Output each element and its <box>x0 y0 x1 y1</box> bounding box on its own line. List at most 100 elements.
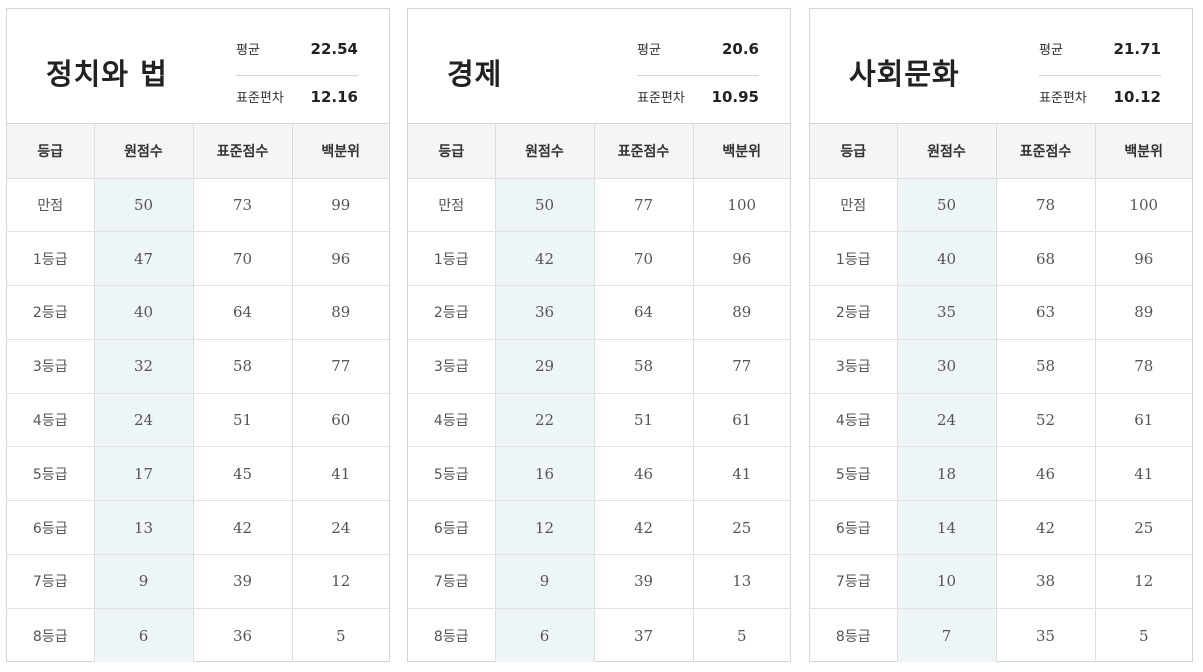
cell-raw-score: 35 <box>897 285 997 340</box>
cell-raw-score: 9 <box>495 554 595 609</box>
cell-percentile: 78 <box>1095 339 1192 394</box>
score-table-page: 정치와 법 평균 22.54 표준편차 12.16 등급 원점수 표준점수 백분위 만점… <box>0 0 1203 672</box>
cell-percentile: 99 <box>292 178 389 233</box>
column-header-raw-score: 원점수 <box>94 124 194 179</box>
column-header-percentile: 백분위 <box>292 124 389 179</box>
mean-value: 21.71 <box>1113 40 1161 58</box>
table-row: 6등급 14 42 25 <box>810 500 1192 556</box>
subject-title: 사회문화 <box>849 57 960 91</box>
sd-label: 표준편차 <box>1039 91 1087 106</box>
cell-standard-score: 63 <box>996 285 1096 340</box>
cell-standard-score: 38 <box>996 554 1096 609</box>
table-row: 만점 50 78 100 <box>810 178 1192 233</box>
cell-standard-score: 51 <box>594 393 694 448</box>
cell-standard-score: 64 <box>193 285 293 340</box>
cell-percentile: 96 <box>1095 231 1192 287</box>
column-header-raw-score: 원점수 <box>897 124 997 179</box>
column-header-percentile: 백분위 <box>693 124 790 179</box>
cell-percentile: 89 <box>693 285 790 340</box>
cell-standard-score: 39 <box>193 554 293 609</box>
cell-percentile: 41 <box>292 446 389 502</box>
cell-grade: 6등급 <box>810 500 898 556</box>
cell-raw-score: 50 <box>495 178 595 233</box>
cell-percentile: 96 <box>292 231 389 287</box>
table-row: 만점 50 77 100 <box>408 178 790 233</box>
cell-standard-score: 36 <box>193 608 293 663</box>
cell-standard-score: 51 <box>193 393 293 448</box>
cell-standard-score: 46 <box>996 446 1096 502</box>
table-row: 7등급 9 39 12 <box>7 554 389 609</box>
column-header-standard-score: 표준점수 <box>996 124 1096 179</box>
table-row: 5등급 16 46 41 <box>408 446 790 502</box>
cell-grade: 1등급 <box>810 231 898 287</box>
cell-grade: 2등급 <box>408 285 496 340</box>
sd-label: 표준편차 <box>637 91 685 106</box>
cell-percentile: 61 <box>1095 393 1192 448</box>
table-row: 2등급 40 64 89 <box>7 285 389 340</box>
cell-percentile: 24 <box>292 500 389 556</box>
cell-percentile: 60 <box>292 393 389 448</box>
table-row: 3등급 32 58 77 <box>7 339 389 394</box>
stats-box: 평균 22.54 표준편차 12.16 <box>236 35 358 115</box>
cell-percentile: 25 <box>693 500 790 556</box>
score-table: 등급 원점수 표준점수 백분위 만점 50 73 99 1등급 47 70 96 2등급 40 64 89 3등… <box>7 124 389 663</box>
table-row: 6등급 12 42 25 <box>408 500 790 556</box>
subject-title: 경제 <box>447 57 503 91</box>
cell-percentile: 5 <box>736 626 747 645</box>
mean-row: 평균 21.71 <box>1039 35 1161 75</box>
cell-grade: 4등급 <box>7 393 95 448</box>
table-row: 5등급 17 45 41 <box>7 446 389 502</box>
panel-header: 경제 평균 20.6 표준편차 10.95 <box>408 9 790 124</box>
stats-box: 평균 21.71 표준편차 10.12 <box>1039 35 1161 115</box>
cell-standard-score: 70 <box>594 231 694 287</box>
cell-raw-score: 22 <box>495 393 595 448</box>
cell-percentile: 5 <box>1138 626 1149 645</box>
cell-standard-score: 42 <box>594 500 694 556</box>
mean-row: 평균 20.6 <box>637 35 759 75</box>
cell-raw-score: 18 <box>897 446 997 502</box>
table-row: 7등급 10 38 12 <box>810 554 1192 609</box>
cell-grade: 3등급 <box>7 339 95 394</box>
cell-grade: 만점 <box>810 178 898 233</box>
cell-raw-score: 50 <box>897 178 997 233</box>
mean-row: 평균 22.54 <box>236 35 358 75</box>
cell-raw-score: 24 <box>94 393 194 448</box>
table-header-row: 등급 원점수 표준점수 백분위 <box>408 124 790 179</box>
table-row: 1등급 47 70 96 <box>7 231 389 287</box>
cell-grade: 8등급 <box>408 608 496 663</box>
sd-row: 표준편차 10.12 <box>1039 75 1161 115</box>
cell-percentile: 25 <box>1095 500 1192 556</box>
cell-grade: 8등급 <box>7 608 95 663</box>
cell-standard-score: 64 <box>594 285 694 340</box>
cell-raw-score: 36 <box>495 285 595 340</box>
cell-grade: 3등급 <box>810 339 898 394</box>
sd-value: 10.12 <box>1113 88 1161 106</box>
cell-raw-score: 9 <box>94 554 194 609</box>
cell-grade: 5등급 <box>7 446 95 502</box>
stats-box: 평균 20.6 표준편차 10.95 <box>637 35 759 115</box>
table-row: 2등급 35 63 89 <box>810 285 1192 340</box>
cell-percentile: 77 <box>292 339 389 394</box>
table-row: 4등급 22 51 61 <box>408 393 790 448</box>
cell-raw-score: 42 <box>495 231 595 287</box>
cell-percentile: 12 <box>292 554 389 609</box>
table-header-row: 등급 원점수 표준점수 백분위 <box>810 124 1192 179</box>
cell-raw-score: 12 <box>495 500 595 556</box>
cell-percentile: 100 <box>693 178 790 233</box>
cell-raw-score: 7 <box>897 608 997 663</box>
cell-raw-score: 32 <box>94 339 194 394</box>
subject-panel: 사회문화 평균 21.71 표준편차 10.12 등급 원점수 표준점수 백분위 만점 5… <box>809 8 1193 663</box>
table-row: 1등급 42 70 96 <box>408 231 790 287</box>
cell-standard-score: 70 <box>193 231 293 287</box>
cell-percentile: 89 <box>292 285 389 340</box>
cell-percentile: 41 <box>693 446 790 502</box>
mean-label: 평균 <box>637 43 661 58</box>
cell-percentile: 12 <box>1095 554 1192 609</box>
cell-grade: 4등급 <box>408 393 496 448</box>
table-row: 만점 50 73 99 <box>7 178 389 233</box>
cell-grade: 1등급 <box>7 231 95 287</box>
mean-label: 평균 <box>1039 43 1063 58</box>
panel-header: 사회문화 평균 21.71 표준편차 10.12 <box>810 9 1192 124</box>
cell-standard-score: 42 <box>193 500 293 556</box>
mean-value: 22.54 <box>310 40 358 58</box>
